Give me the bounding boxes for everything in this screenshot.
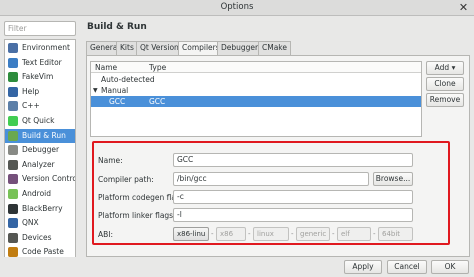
category-label: Help [22,86,40,96]
column-name-header[interactable]: Name [95,62,117,73]
category-item-version-control[interactable]: Version Control [5,172,75,186]
column-type-header[interactable]: Type [149,62,166,73]
window-title: Options [220,2,254,12]
tree-row-gcc[interactable]: GCC GCC [91,96,421,107]
category-label: Build & Run [22,130,66,140]
category-item-blackberry[interactable]: BlackBerry [5,202,75,216]
tab-cmake[interactable]: CMake [258,41,291,55]
category-item-qnx[interactable]: QNX [5,216,75,230]
help-icon [8,86,18,97]
category-item-debugger[interactable]: Debugger [5,143,75,157]
page-title: Build & Run [87,22,147,32]
category-label: Code Paste [22,247,64,257]
compiler-path-label: Compiler path: [98,175,154,184]
tree-row-auto-detected[interactable]: Auto-detected [91,74,421,85]
fakevim-icon [8,72,18,83]
text-editor-icon [8,57,18,68]
monitor-icon [8,43,18,53]
abi-cpu-combo[interactable]: x86 [216,227,246,241]
abi-arch-combo[interactable]: x86-linu [173,227,209,241]
category-item-environment[interactable]: Environment [5,41,75,55]
abi-width-combo[interactable]: 64bit [378,227,413,241]
tree-row-manual[interactable]: ▼ Manual [91,85,421,96]
tree-row-label: GCC [109,97,126,106]
analyzer-icon [8,159,18,170]
android-icon [8,189,18,199]
close-icon[interactable]: ✕ [457,1,470,14]
remove-button[interactable]: Remove [426,93,464,107]
abi-separator: - [291,230,294,238]
category-label: Android [22,189,51,198]
category-label: Environment [22,43,70,52]
cancel-button[interactable]: Cancel [387,260,427,274]
name-label: Name: [98,156,123,165]
category-item-c[interactable]: C++ [5,99,75,113]
category-item-analyzer[interactable]: Analyzer [5,158,75,172]
debugger-icon [8,145,18,156]
category-label: Analyzer [22,159,55,169]
category-item-fakevim[interactable]: FakeVim [5,70,75,84]
cpp-icon [8,101,18,112]
abi-flavor-combo[interactable]: generic [296,227,330,241]
qt-quick-icon [8,116,18,126]
abi-separator: - [248,230,251,238]
apply-button[interactable]: Apply [344,260,382,274]
tree-row-label: Manual [101,86,129,95]
filter-input[interactable]: Filter [4,21,76,36]
category-label: Debugger [22,145,60,155]
category-label: Version Control [22,174,76,184]
name-field[interactable]: GCC [173,153,413,167]
dropdown-arrow-icon: ▾ [451,63,456,72]
browse-button[interactable]: Browse... [373,172,413,186]
build-run-icon [8,130,18,141]
category-item-devices[interactable]: Devices [5,231,75,245]
tab-kits[interactable]: Kits [116,41,138,55]
clone-button[interactable]: Clone [426,77,464,91]
abi-label: ABI: [98,230,114,239]
compiler-tree[interactable]: Name Type Auto-detected ▼ Manual GCC GCC [90,61,422,137]
abi-format-combo[interactable]: elf [337,227,371,241]
add-button[interactable]: Add ▾ [426,61,464,75]
abi-os-combo[interactable]: linux [253,227,289,241]
compiler-path-field[interactable]: /bin/gcc [173,172,369,186]
category-item-build-run[interactable]: Build & Run [5,128,75,143]
linker-flags-label: Platform linker flags: [98,211,176,220]
abi-separator: - [373,230,376,238]
qnx-icon [8,218,18,229]
category-label: QNX [22,218,39,228]
category-label: Text Editor [22,57,62,67]
category-item-text-editor[interactable]: Text Editor [5,56,75,70]
category-list: Environment Text Editor FakeVim Help C++ Qt Q… [4,39,76,273]
category-label: Devices [22,232,52,242]
blackberry-icon [8,203,18,214]
category-label: FakeVim [22,72,54,82]
devices-icon [8,232,18,243]
version-control-icon [8,174,18,185]
title-bar: Options ✕ [0,0,474,16]
abi-separator: - [332,230,335,238]
code-paste-icon [8,247,18,258]
ok-button[interactable]: OK [431,260,469,274]
tree-row-type: GCC [149,97,166,106]
category-label: Qt Quick [22,116,55,125]
abi-separator: - [211,230,214,238]
tree-row-label: Auto-detected [101,75,155,84]
codegen-flags-field[interactable]: -c [173,190,413,204]
linker-flags-field[interactable]: -l [173,208,413,222]
category-item-qt-quick[interactable]: Qt Quick [5,114,75,128]
add-button-label: Add [434,63,450,72]
category-item-android[interactable]: Android [5,187,75,201]
expand-arrow-icon[interactable]: ▼ [93,85,98,96]
category-item-help[interactable]: Help [5,85,75,99]
category-label: BlackBerry [22,203,63,213]
category-label: C++ [22,101,40,111]
tree-header: Name Type [91,62,421,73]
